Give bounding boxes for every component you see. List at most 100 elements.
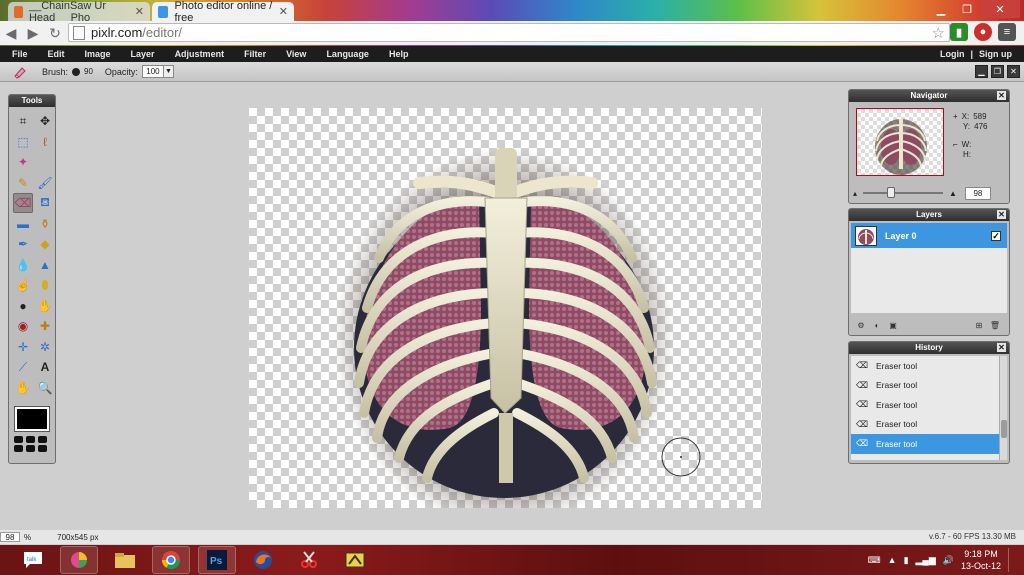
- history-item[interactable]: ⌫ Eraser tool: [851, 415, 999, 435]
- new-layer-icon[interactable]: ⊞: [973, 320, 985, 331]
- show-hidden-icon[interactable]: ▲: [888, 555, 897, 565]
- keyboard-icon[interactable]: ⌨: [868, 555, 881, 566]
- zoom-tool-icon[interactable]: 🔍: [35, 378, 55, 398]
- bloat-tool-icon[interactable]: ✛: [13, 337, 33, 357]
- pinch-tool-icon[interactable]: ✲: [35, 337, 55, 357]
- forward-icon[interactable]: ▶: [22, 22, 44, 44]
- network-icon[interactable]: ▮: [904, 555, 909, 566]
- type-tool-icon[interactable]: A: [35, 357, 55, 377]
- reload-icon[interactable]: ↻: [44, 22, 66, 44]
- bookmark-star-icon[interactable]: ☆: [932, 24, 945, 42]
- maximize-window-button[interactable]: ❐: [954, 0, 980, 18]
- history-item-selected[interactable]: ⌫ Eraser tool: [851, 434, 999, 454]
- navigator-thumbnail[interactable]: [856, 108, 944, 176]
- pencil-tool-icon[interactable]: ✎: [13, 173, 33, 193]
- move-tool-icon[interactable]: ✥: [35, 111, 55, 131]
- history-item[interactable]: ⌫ Eraser tool: [851, 356, 999, 376]
- close-icon[interactable]: ✕: [997, 91, 1006, 100]
- menu-edit[interactable]: Edit: [38, 49, 75, 59]
- history-item[interactable]: ⌫ Eraser tool: [851, 395, 999, 415]
- address-bar[interactable]: pixlr.com /editor/ ☆: [68, 23, 950, 42]
- shape-tool-icon[interactable]: ◆: [35, 234, 55, 254]
- marquee-tool-icon[interactable]: ⬚: [13, 132, 33, 152]
- sponge-tool-icon[interactable]: ⬮: [35, 275, 55, 295]
- wand-tool-icon[interactable]: ✦: [13, 152, 33, 172]
- close-tab-icon[interactable]: ✕: [279, 5, 288, 18]
- menu-help[interactable]: Help: [379, 49, 419, 59]
- layer-style-icon[interactable]: ▣: [887, 320, 899, 331]
- sharpen-tool-icon[interactable]: ▲: [35, 255, 55, 275]
- explorer-icon[interactable]: [106, 546, 144, 574]
- volume-icon[interactable]: 🔊: [943, 555, 954, 566]
- color-replace-tool-icon[interactable]: ⟋: [13, 357, 33, 377]
- close-icon[interactable]: ✕: [997, 210, 1006, 219]
- layer-row[interactable]: Layer 0 ✓: [851, 223, 1007, 248]
- photoshop-icon[interactable]: Ps: [198, 546, 236, 574]
- brush-tool-icon[interactable]: 🖌: [35, 173, 55, 193]
- zoom-in-icon[interactable]: ▲: [949, 189, 957, 198]
- menu-adjustment[interactable]: Adjustment: [165, 49, 235, 59]
- close-window-button[interactable]: ✕: [980, 0, 1020, 18]
- app-icon[interactable]: [336, 546, 374, 574]
- eraser-tool-icon[interactable]: ⌫: [13, 193, 33, 213]
- tab-chainsaw[interactable]: __ChainSaw Ur Head__ Pho ✕: [8, 0, 150, 24]
- opacity-dropdown-icon[interactable]: ▼: [163, 65, 174, 78]
- show-desktop-button[interactable]: [1008, 548, 1018, 572]
- minimize-doc-button[interactable]: ▁: [975, 65, 988, 78]
- snipping-tool-icon[interactable]: [290, 546, 328, 574]
- signup-link[interactable]: Sign up: [979, 49, 1012, 59]
- history-scrollbar[interactable]: [999, 356, 1007, 460]
- menu-view[interactable]: View: [276, 49, 316, 59]
- clock[interactable]: 9:18 PM 13-Oct-12: [961, 548, 1001, 572]
- back-icon[interactable]: ◀: [0, 22, 22, 44]
- lasso-tool-icon[interactable]: ℓ: [35, 132, 55, 152]
- drop-tool-icon[interactable]: 💧: [13, 255, 33, 275]
- close-icon[interactable]: ✕: [997, 343, 1006, 352]
- menu-file[interactable]: File: [0, 49, 38, 59]
- restore-doc-button[interactable]: ❐: [991, 65, 1004, 78]
- signal-extension-icon[interactable]: ▮: [950, 23, 968, 41]
- login-link[interactable]: Login: [940, 49, 965, 59]
- color-grid-button[interactable]: [14, 436, 48, 452]
- chrome-icon[interactable]: [152, 546, 190, 574]
- crop-tool-icon[interactable]: ⌗: [13, 111, 33, 131]
- close-tab-icon[interactable]: ✕: [135, 5, 144, 18]
- bucket-tool-icon[interactable]: ⛾: [35, 193, 55, 213]
- smudge-tool-icon[interactable]: ☝: [13, 275, 33, 295]
- layer-settings-icon[interactable]: ⚙: [855, 320, 867, 331]
- burn-tool-icon[interactable]: ✋: [35, 296, 55, 316]
- history-item[interactable]: ⌫ Eraser tool: [851, 376, 999, 396]
- colorpicker-tool-icon[interactable]: ✒: [13, 234, 33, 254]
- tab-photo-editor[interactable]: Photo editor online / free ✕: [152, 0, 294, 24]
- layer-mask-icon[interactable]: ◐: [871, 320, 883, 331]
- menu-filter[interactable]: Filter: [234, 49, 276, 59]
- opacity-input[interactable]: 100: [141, 65, 164, 78]
- menu-language[interactable]: Language: [316, 49, 379, 59]
- zoom-out-icon[interactable]: ▴: [853, 189, 857, 198]
- image-canvas[interactable]: [249, 108, 762, 508]
- status-zoom-input[interactable]: 98: [0, 532, 20, 542]
- wrench-menu-icon[interactable]: ≡: [998, 23, 1016, 41]
- stamp-tool-icon[interactable]: ⚱: [35, 214, 55, 234]
- primary-color-swatch[interactable]: [14, 406, 50, 432]
- delete-layer-icon[interactable]: 🗑: [989, 320, 1001, 331]
- spot-heal-tool-icon[interactable]: ✚: [35, 316, 55, 336]
- zoom-slider[interactable]: [863, 187, 944, 198]
- layer-visibility-checkbox[interactable]: ✓: [991, 230, 1001, 241]
- menu-layer[interactable]: Layer: [121, 49, 165, 59]
- zoom-input[interactable]: 98: [964, 186, 991, 200]
- gradient-tool-icon[interactable]: ▬: [13, 214, 33, 234]
- brush-preview-icon[interactable]: [72, 67, 81, 76]
- signal-icon[interactable]: ▂▄▆: [916, 555, 936, 566]
- firefox-icon[interactable]: [244, 546, 282, 574]
- record-extension-icon[interactable]: ●: [974, 23, 992, 41]
- talk-icon[interactable]: talk: [14, 546, 52, 574]
- hand-tool-icon[interactable]: ✋: [13, 378, 33, 398]
- zoom-slider-thumb[interactable]: [887, 187, 896, 198]
- dodge-tool-icon[interactable]: ●: [13, 296, 33, 316]
- picasa-icon[interactable]: [60, 546, 98, 574]
- scrollbar-thumb[interactable]: [1001, 420, 1007, 438]
- menu-image[interactable]: Image: [75, 49, 121, 59]
- redeye-tool-icon[interactable]: ◉: [13, 316, 33, 336]
- minimize-window-button[interactable]: ▁: [928, 0, 954, 18]
